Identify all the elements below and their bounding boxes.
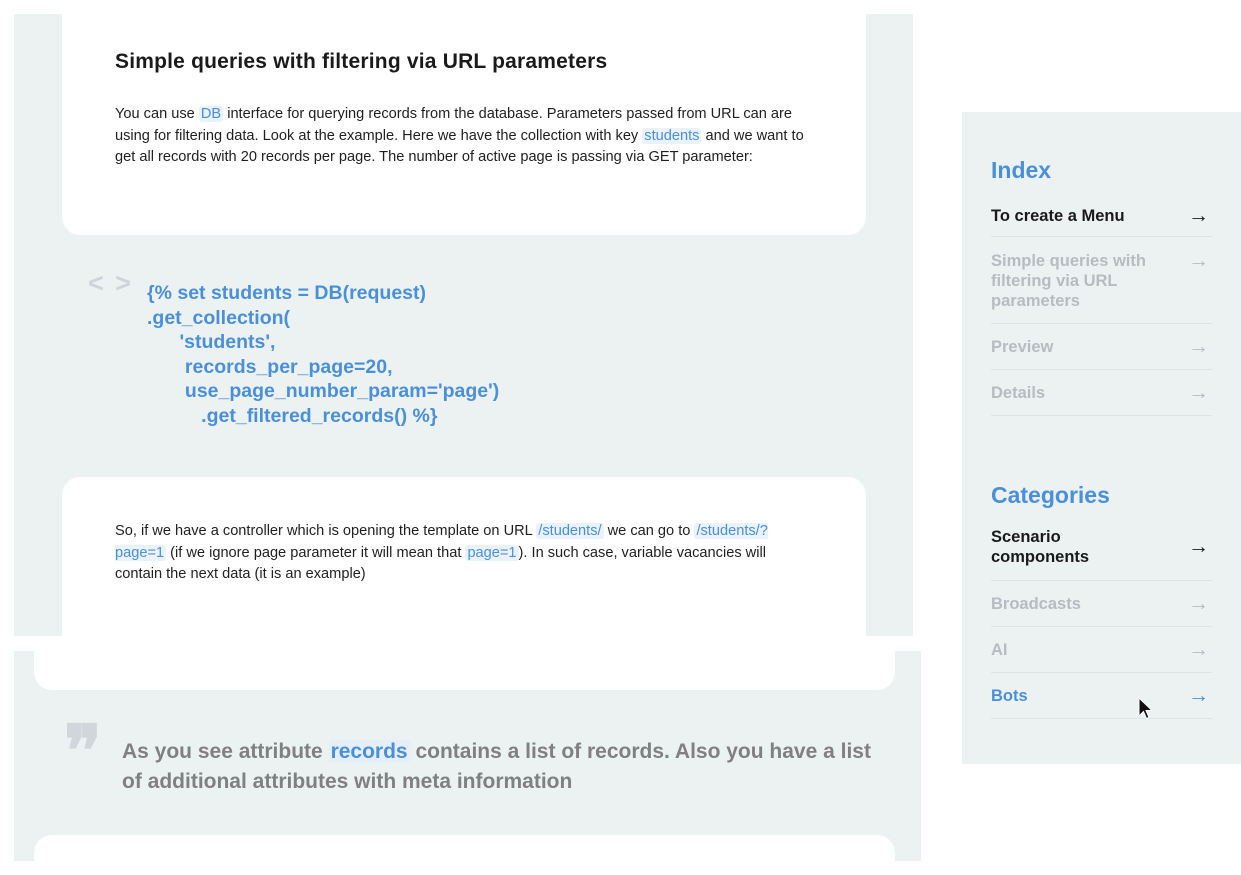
categories-list: Scenario components → Broadcasts → AI → Bot…: [991, 513, 1212, 719]
code-line: .get_filtered_records() %}: [147, 404, 438, 427]
inline-code: page=1: [465, 544, 519, 561]
code-line: use_page_number_param='page'): [147, 380, 500, 402]
arrow-right-icon: →: [1188, 637, 1209, 661]
inline-code: students: [642, 127, 702, 144]
code-line: {% set students = DB(request): [147, 282, 427, 304]
code-icon: < >: [88, 268, 134, 298]
arrow-right-icon: →: [1188, 380, 1209, 404]
index-item-simple-queries[interactable]: Simple queries with filtering via URL pa…: [991, 237, 1212, 324]
code-line: .get_collection(: [147, 306, 291, 329]
arrow-right-icon: →: [1188, 203, 1209, 227]
code-block: {% set students = DB(request) .get_colle…: [147, 281, 499, 428]
code-line: records_per_page=20,: [147, 355, 393, 378]
category-item-scenario-components[interactable]: Scenario components →: [991, 513, 1212, 581]
index-item-preview[interactable]: Preview →: [991, 324, 1212, 370]
explanation-paragraph: So, if we have a controller which is ope…: [115, 523, 768, 582]
quote-icon: ❞: [64, 714, 102, 791]
inline-code: records: [328, 740, 410, 763]
index-item-details[interactable]: Details →: [991, 370, 1212, 416]
section-title: Simple queries with filtering via URL pa…: [115, 50, 608, 73]
arrow-right-icon: →: [1188, 334, 1209, 358]
index-item-create-menu[interactable]: To create a Menu →: [991, 195, 1212, 237]
text-card: [34, 651, 895, 690]
code-line: 'students',: [147, 331, 276, 353]
category-item-broadcasts[interactable]: Broadcasts →: [991, 581, 1212, 627]
inline-code: /students/: [536, 523, 604, 539]
intro-paragraph: You can use DB interface for querying re…: [115, 106, 804, 165]
inline-code: DB: [198, 106, 224, 122]
index-list: To create a Menu → Simple queries with fi…: [991, 195, 1212, 416]
arrow-right-icon: →: [1188, 591, 1209, 615]
text-card: [34, 835, 895, 875]
arrow-right-icon: →: [1188, 534, 1209, 558]
category-item-ai[interactable]: AI →: [991, 627, 1212, 673]
index-title: Index: [991, 157, 1052, 183]
quote-text: As you see attribute records contains a …: [122, 740, 871, 793]
arrow-right-icon: →: [1188, 683, 1209, 707]
mouse-cursor-icon: [1138, 697, 1154, 720]
categories-title: Categories: [991, 482, 1110, 508]
arrow-right-icon: →: [1188, 249, 1209, 272]
category-item-bots[interactable]: Bots →: [991, 673, 1212, 719]
